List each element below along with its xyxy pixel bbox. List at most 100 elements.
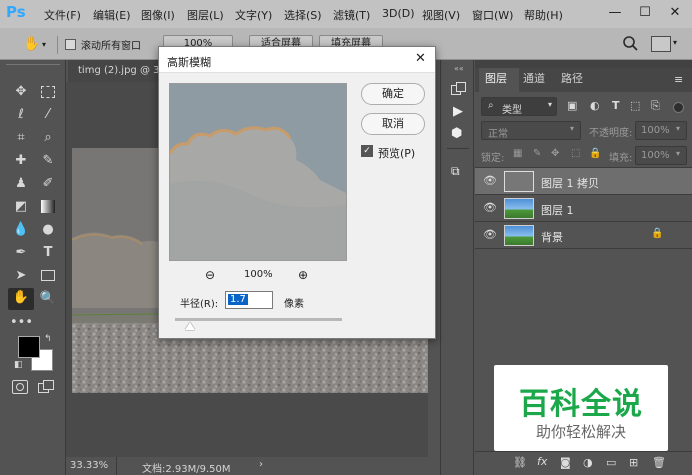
tab-layers[interactable]: 图层 (485, 70, 507, 90)
layer-name[interactable]: 背景 (541, 229, 563, 245)
brush-tool-icon[interactable]: ✎ (37, 151, 59, 171)
new-layer-icon[interactable]: ⊞ (629, 456, 638, 469)
delete-layer-icon[interactable]: 🗑 (652, 456, 666, 469)
chevron-down-icon[interactable]: ▾ (42, 40, 46, 49)
visibility-eye-icon[interactable]: 👁 (483, 201, 497, 215)
clone-stamp-tool-icon[interactable]: ♟ (10, 174, 32, 194)
link-layers-icon[interactable]: ⛓ (513, 456, 527, 469)
menu-filter[interactable]: 滤镜(T) (333, 7, 370, 23)
chevron-down-icon: ▾ (570, 124, 575, 133)
hand-tool-icon[interactable]: ✋ (22, 34, 42, 54)
workspace-icon[interactable] (651, 36, 671, 52)
chevron-right-icon[interactable]: › (259, 459, 263, 470)
hand-tool-icon[interactable]: ✋ (8, 288, 34, 310)
zoom-in-icon[interactable]: ⊕ (298, 268, 308, 282)
fill-input[interactable]: 100% ▾ (635, 146, 687, 165)
menu-edit[interactable]: 编辑(E) (93, 7, 131, 23)
lock-artboard-icon[interactable]: ⬚ (571, 148, 580, 159)
eyedropper-tool-icon[interactable]: ⌕ (37, 128, 59, 148)
menu-file[interactable]: 文件(F) (44, 7, 81, 23)
filter-toggle[interactable] (673, 102, 684, 113)
menu-window[interactable]: 窗口(W) (472, 7, 513, 23)
cancel-button[interactable]: 取消 (361, 113, 425, 135)
preview-pane[interactable] (169, 83, 347, 261)
search-icon[interactable] (622, 35, 640, 53)
healing-brush-tool-icon[interactable]: ✚ (10, 151, 32, 171)
rectangle-tool-icon[interactable] (37, 266, 59, 286)
radius-slider-track[interactable] (175, 318, 342, 321)
quick-mask-icon[interactable] (12, 380, 28, 394)
properties-panel-icon[interactable]: ⧉ (451, 164, 460, 179)
panel-menu-icon[interactable]: ≡ (674, 73, 683, 86)
filter-type-icon[interactable]: T (612, 99, 620, 112)
minimize-button[interactable]: — (600, 0, 630, 28)
close-icon[interactable]: ✕ (415, 51, 426, 66)
move-tool-icon[interactable]: ✥ (10, 82, 32, 102)
chevron-down-icon[interactable]: ▾ (673, 38, 677, 47)
menu-select[interactable]: 选择(S) (284, 7, 322, 23)
dialog-titlebar[interactable]: 高斯模糊 ✕ (159, 47, 435, 73)
visibility-eye-icon[interactable]: 👁 (483, 174, 497, 188)
maximize-button[interactable]: ☐ (630, 0, 660, 28)
filter-smart-object-icon[interactable]: ⎘ (651, 99, 660, 113)
menu-view[interactable]: 视图(V) (422, 7, 460, 23)
zoom-level[interactable]: 33.33% (70, 460, 108, 471)
dodge-tool-icon[interactable]: ● (37, 220, 59, 240)
lock-pixels-icon[interactable]: ✎ (533, 148, 541, 159)
layer-row[interactable]: 👁 图层 1 拷贝 (475, 168, 692, 195)
foreground-color-swatch[interactable] (18, 336, 40, 358)
type-tool-icon[interactable]: T (37, 243, 59, 263)
default-colors-icon[interactable]: ◧ (14, 360, 23, 370)
magic-wand-tool-icon[interactable]: ⁄ (37, 105, 59, 125)
tab-channels[interactable]: 通道 (523, 70, 545, 90)
adjustment-layer-icon[interactable]: ◑ (583, 456, 593, 469)
lock-transparent-icon[interactable]: ▦ (513, 148, 522, 159)
history-brush-tool-icon[interactable]: ✐ (37, 174, 59, 194)
layer-name[interactable]: 图层 1 拷贝 (541, 175, 599, 191)
new-group-icon[interactable]: ▭ (606, 456, 616, 469)
pen-tool-icon[interactable]: ✒ (10, 243, 32, 263)
lock-all-icon[interactable]: 🔒 (589, 148, 601, 159)
layer-style-icon[interactable]: fx (537, 455, 547, 468)
opacity-input[interactable]: 100% ▾ (635, 121, 687, 140)
gradient-tool-icon[interactable] (37, 197, 59, 217)
history-panel-icon[interactable] (451, 82, 467, 96)
layer-row[interactable]: 👁 背景 🔒 (475, 222, 692, 249)
zoom-out-icon[interactable]: ⊖ (205, 268, 215, 282)
preview-checkbox[interactable]: ✓ (361, 145, 373, 157)
filter-pixel-icon[interactable]: ▣ (567, 99, 577, 112)
marquee-tool-icon[interactable] (37, 82, 59, 102)
scroll-all-checkbox[interactable] (65, 39, 76, 50)
visibility-eye-icon[interactable]: 👁 (483, 228, 497, 242)
lock-position-icon[interactable]: ✥ (551, 148, 559, 159)
zoom-tool-icon[interactable]: 🔍 (37, 289, 59, 309)
filter-adjustment-icon[interactable]: ◐ (590, 99, 600, 112)
eraser-tool-icon[interactable]: ◩ (10, 197, 32, 217)
menu-image[interactable]: 图像(I) (141, 7, 175, 23)
more-tools-icon[interactable]: ••• (10, 313, 33, 333)
crop-tool-icon[interactable]: ⌗ (10, 128, 32, 148)
blur-tool-icon[interactable]: 💧 (10, 220, 32, 240)
radius-input[interactable]: 1.7 (225, 291, 273, 309)
layer-row[interactable]: 👁 图层 1 (475, 195, 692, 222)
menu-3d[interactable]: 3D(D) (382, 7, 415, 20)
close-window-button[interactable]: ✕ (660, 0, 690, 28)
menu-help[interactable]: 帮助(H) (524, 7, 563, 23)
filter-shape-icon[interactable]: ⬚ (630, 99, 640, 112)
blend-mode-dropdown[interactable]: 正常 ▾ (481, 121, 581, 140)
tab-paths[interactable]: 路径 (561, 70, 583, 90)
path-selection-tool-icon[interactable]: ➤ (10, 266, 32, 286)
menu-layer[interactable]: 图层(L) (187, 7, 224, 23)
layer-name[interactable]: 图层 1 (541, 202, 574, 218)
collapse-icon[interactable]: «« (454, 64, 464, 73)
radius-slider-handle[interactable] (185, 322, 195, 330)
layer-mask-icon[interactable]: ◙ (560, 456, 571, 469)
layer-filter-dropdown[interactable]: ⌕ 类型 ▾ (481, 97, 557, 116)
3d-panel-icon[interactable]: ⬢ (451, 126, 462, 141)
screen-mode-icon[interactable] (38, 380, 56, 394)
lasso-tool-icon[interactable]: ℓ (10, 105, 32, 125)
actions-play-icon[interactable]: ▶ (453, 104, 463, 119)
swap-colors-icon[interactable]: ↰ (44, 334, 52, 344)
menu-type[interactable]: 文字(Y) (235, 7, 272, 23)
ok-button[interactable]: 确定 (361, 83, 425, 105)
